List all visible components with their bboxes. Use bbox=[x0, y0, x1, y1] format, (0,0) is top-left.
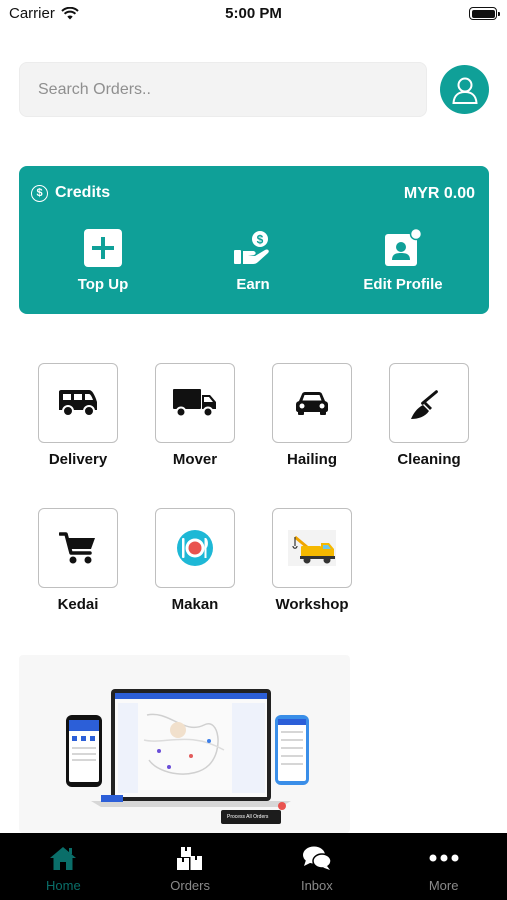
credits-amount: MYR 0.00 bbox=[403, 185, 475, 202]
status-bar: Carrier 5:00 PM bbox=[0, 0, 507, 30]
service-delivery[interactable]: Delivery bbox=[28, 363, 128, 468]
search-box[interactable] bbox=[19, 62, 427, 117]
top-up-button[interactable]: Top Up bbox=[43, 226, 163, 293]
service-hailing[interactable]: Hailing bbox=[262, 363, 362, 468]
user-icon bbox=[451, 77, 478, 104]
tab-label: Orders bbox=[170, 878, 210, 893]
service-tile[interactable] bbox=[38, 508, 118, 588]
service-kedai[interactable]: Kedai bbox=[28, 508, 128, 613]
service-tile[interactable] bbox=[389, 363, 469, 443]
service-label: Kedai bbox=[57, 596, 99, 613]
earn-label: Earn bbox=[236, 276, 270, 293]
tab-inbox[interactable]: Inbox bbox=[254, 833, 381, 900]
service-label: Hailing bbox=[286, 451, 337, 468]
tab-home[interactable]: Home bbox=[0, 833, 127, 900]
service-tile[interactable] bbox=[38, 363, 118, 443]
service-label: Delivery bbox=[48, 451, 108, 468]
plus-square-icon bbox=[84, 229, 122, 267]
truck-icon bbox=[173, 389, 216, 418]
chat-bubbles-icon bbox=[302, 846, 332, 870]
car-icon bbox=[296, 392, 328, 415]
tab-orders[interactable]: Orders bbox=[127, 833, 254, 900]
dashboard-devices-illustration bbox=[66, 689, 309, 810]
ellipsis-icon bbox=[429, 854, 459, 862]
van-icon bbox=[59, 390, 97, 417]
hand-coin-icon: $ bbox=[234, 231, 269, 264]
clock: 5:00 PM bbox=[225, 5, 282, 22]
credits-header: $ Credits bbox=[31, 184, 110, 202]
boxes-icon bbox=[177, 847, 203, 870]
tab-bar: Home Orders Inbox More bbox=[0, 833, 507, 900]
service-cleaning[interactable]: Cleaning bbox=[379, 363, 479, 468]
service-tile[interactable] bbox=[155, 508, 235, 588]
tab-label: Inbox bbox=[300, 878, 333, 893]
home-icon bbox=[50, 847, 77, 870]
service-makan[interactable]: Makan bbox=[145, 508, 245, 613]
battery-icon bbox=[469, 7, 500, 20]
banner-chip: Process All Orders bbox=[221, 810, 281, 824]
tab-label: Home bbox=[46, 878, 81, 893]
broom-icon bbox=[411, 390, 438, 419]
credits-card: $ Credits MYR 0.00 Top Up $ Earn Edit Pr… bbox=[19, 166, 489, 314]
service-mover[interactable]: Mover bbox=[145, 363, 245, 468]
tab-more[interactable]: More bbox=[380, 833, 507, 900]
plate-utensils-icon bbox=[177, 530, 213, 566]
service-label: Mover bbox=[172, 451, 218, 468]
shopping-cart-icon bbox=[59, 532, 95, 564]
top-up-label: Top Up bbox=[77, 276, 129, 293]
service-tile[interactable] bbox=[272, 363, 352, 443]
edit-profile-button[interactable]: Edit Profile bbox=[343, 226, 463, 293]
profile-avatar-button[interactable] bbox=[440, 65, 489, 114]
service-tile[interactable] bbox=[155, 363, 235, 443]
service-label: Makan bbox=[171, 596, 219, 613]
service-label: Cleaning bbox=[397, 451, 461, 468]
service-workshop[interactable]: Workshop bbox=[262, 508, 362, 613]
dollar-coin-icon: $ bbox=[31, 184, 48, 202]
edit-profile-label: Edit Profile bbox=[363, 276, 443, 293]
svg-text:$: $ bbox=[257, 233, 264, 247]
credits-label: Credits bbox=[55, 184, 111, 201]
search-input[interactable] bbox=[20, 63, 426, 116]
profile-card-icon bbox=[385, 228, 423, 266]
tow-truck-icon bbox=[288, 530, 336, 566]
service-tile[interactable] bbox=[272, 508, 352, 588]
service-label: Workshop bbox=[275, 596, 349, 613]
tab-label: More bbox=[428, 878, 459, 893]
earn-button[interactable]: $ Earn bbox=[193, 226, 313, 293]
promo-banner[interactable]: Process All Orders bbox=[19, 655, 350, 833]
